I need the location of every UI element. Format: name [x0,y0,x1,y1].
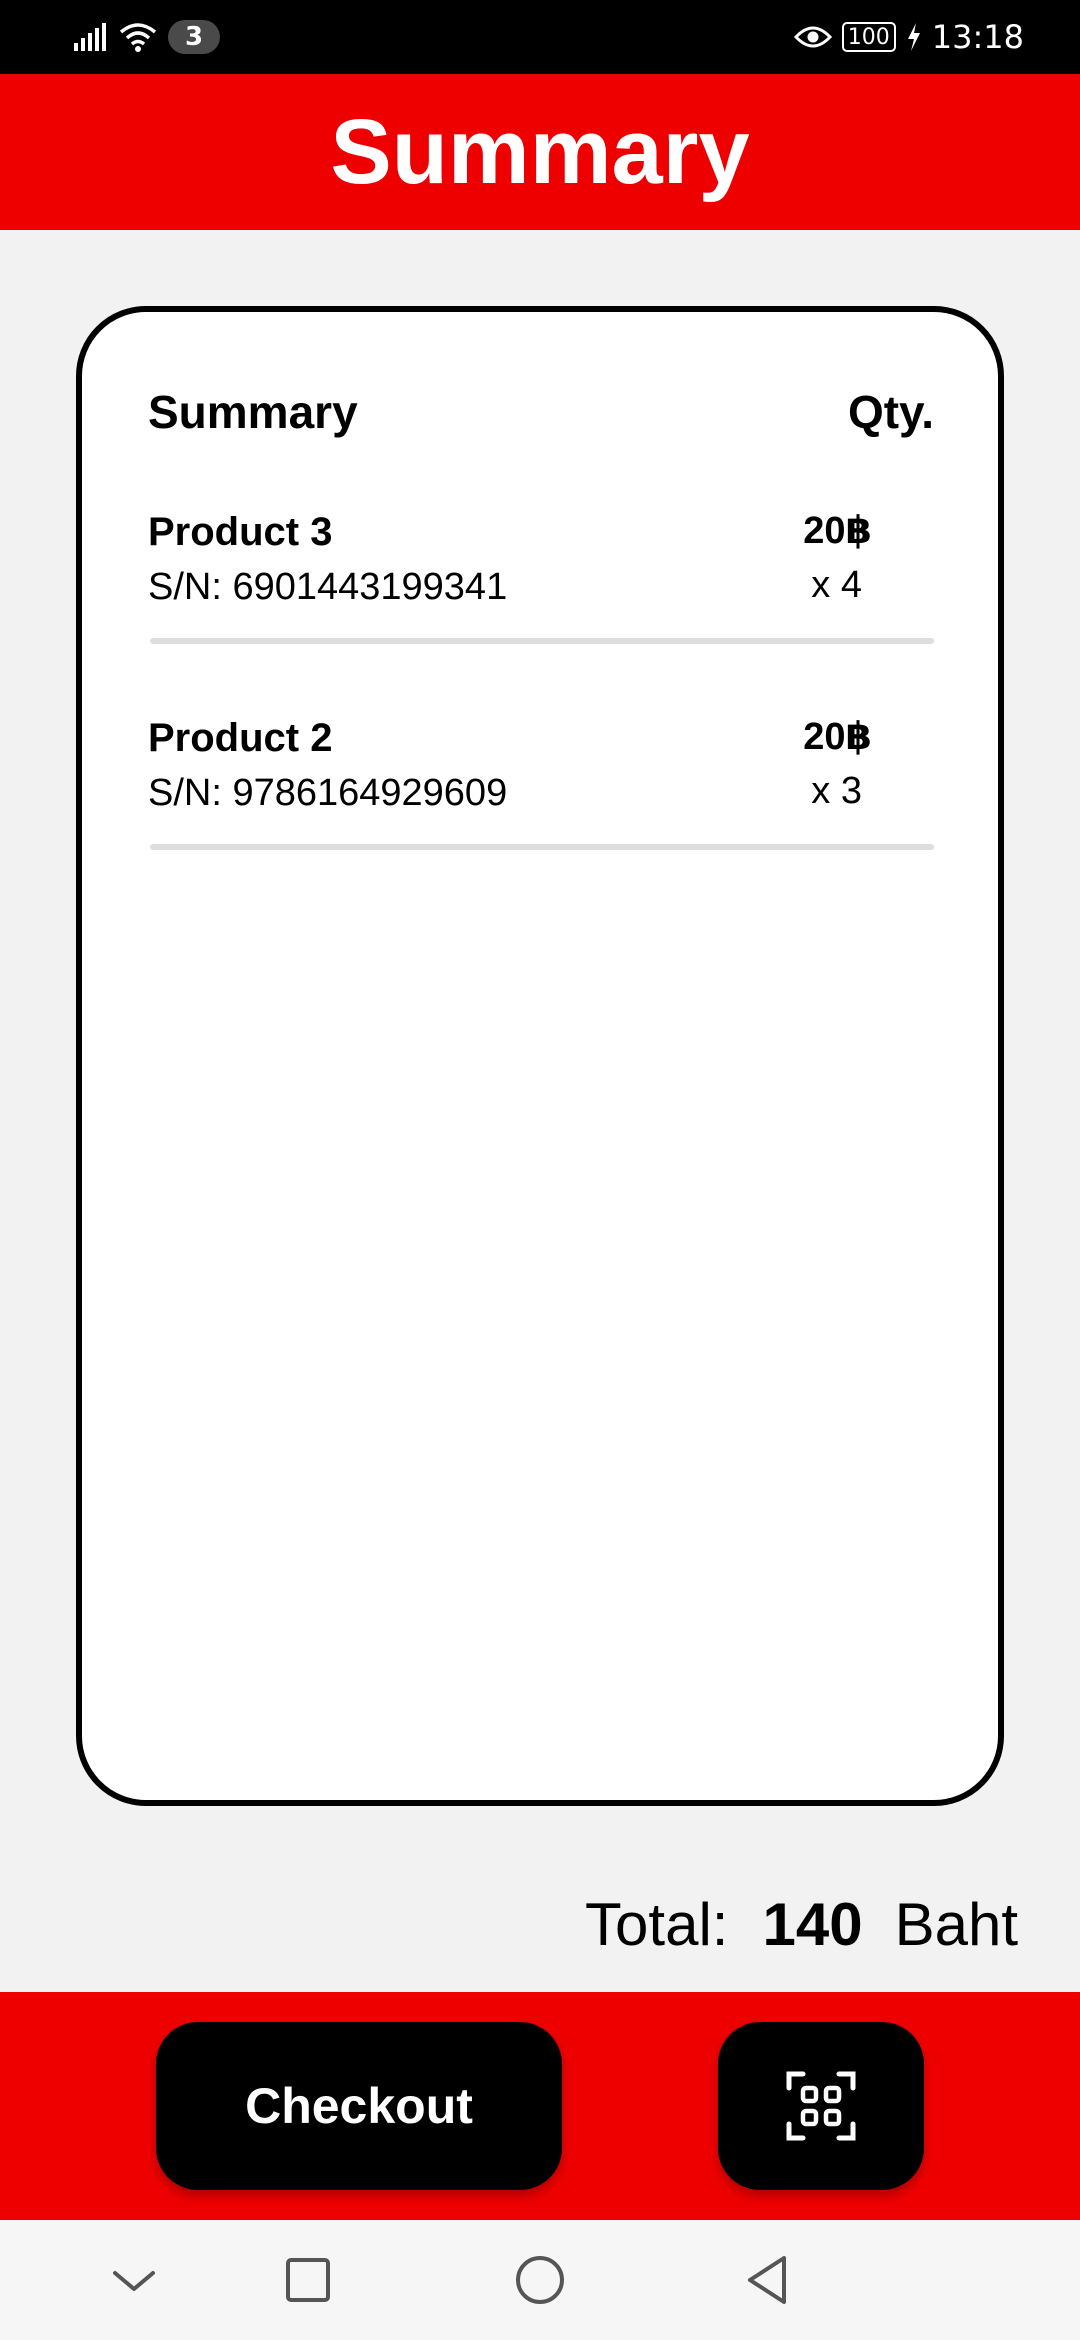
product-serial: S/N: 6901443199341 [148,566,508,608]
circle-icon [516,2256,564,2304]
product-quantity: x 3 [811,770,862,812]
product-serial: S/N: 9786164929609 [148,772,508,814]
product-price: 20฿ [803,510,872,552]
system-nav-bar [0,2220,1080,2340]
status-bar: 3 100 13:18 [0,0,1080,74]
back-triangle-icon [748,2256,786,2304]
action-bar: Checkout [0,1992,1080,2220]
eye-icon [793,26,832,48]
clock: 13:18 [931,18,1024,56]
total-summary: Total: 140 Baht [585,1884,1018,1964]
battery-level: 100 [847,24,890,50]
scan-button[interactable] [718,2022,924,2190]
chevron-down-icon [113,2271,155,2291]
product-name: Product 2 [148,716,333,760]
nav-back-button[interactable] [738,2250,798,2310]
product-name: Product 3 [148,510,333,554]
battery-indicator: 100 [841,22,896,52]
total-unit: Baht [894,1890,1018,1958]
status-left: 3 [72,14,220,60]
product-price: 20฿ [803,716,872,758]
nav-recents-button[interactable] [278,2250,338,2310]
list-item[interactable]: Product 3 S/N: 6901443199341 20฿ x 4 [148,510,934,670]
qr-scan-icon [786,2071,856,2141]
summary-card: Summary Qty. Product 3 S/N: 690144319934… [76,306,1004,1806]
signal-icon [74,23,106,51]
divider [150,638,934,644]
square-icon [286,2258,330,2302]
charging-icon [907,23,920,51]
app-header: Summary [0,74,1080,230]
nav-hide-button[interactable] [104,2250,164,2310]
list-item[interactable]: Product 2 S/N: 9786164929609 20฿ x 3 [148,716,934,876]
total-value: 140 [762,1890,863,1958]
notification-badge: 3 [168,20,220,54]
checkout-label: Checkout [245,2078,473,2134]
summary-card-header: Summary Qty. [148,382,934,442]
qty-column-label: Qty. [847,386,934,438]
total-label: Total: [585,1890,729,1958]
page-title: Summary [330,100,750,203]
summary-column-label: Summary [148,386,358,438]
nav-home-button[interactable] [510,2250,570,2310]
product-quantity: x 4 [811,564,862,606]
checkout-button[interactable]: Checkout [156,2022,562,2190]
wifi-icon [119,23,157,52]
status-right: 100 13:18 [793,14,1024,60]
divider [150,844,934,850]
